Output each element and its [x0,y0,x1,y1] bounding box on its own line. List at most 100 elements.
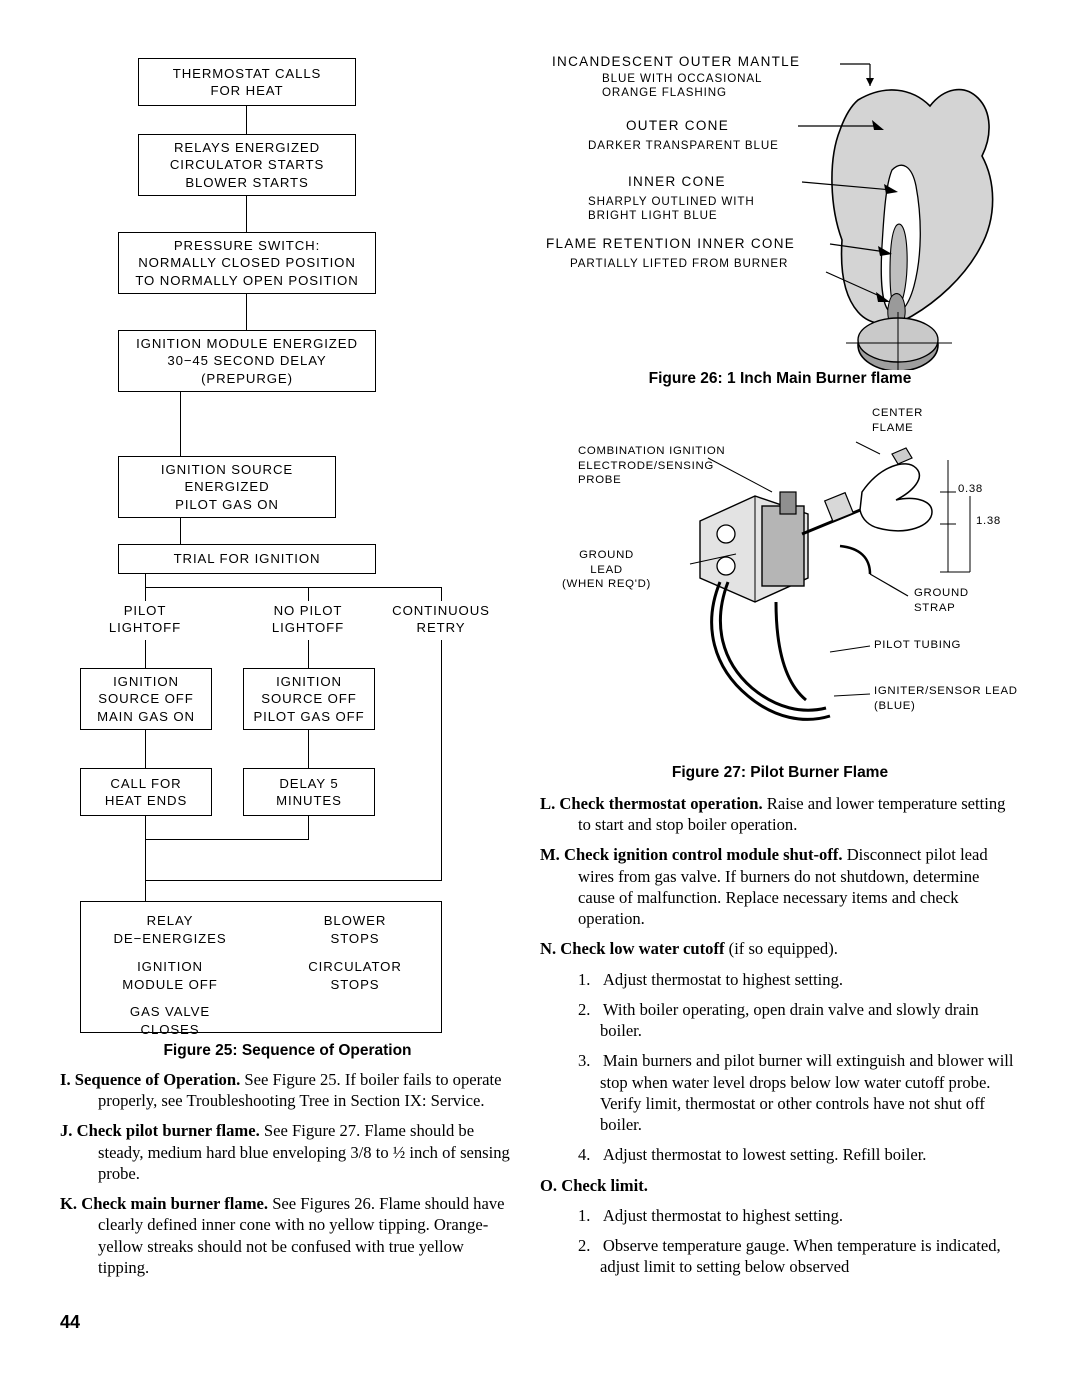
list-text: Adjust thermostat to highest setting. [602,1205,844,1225]
figure27-label-igniter-sensor-lead: IGNITER/SENSOR LEAD (BLUE) [874,685,1018,712]
paragraph-item-K: K. Check main burner flame. See Figures … [60,1193,515,1278]
item-label-M: M. [540,845,560,865]
figure26-label-flame-retention-inner-cone: FLAME RETENTION INNER CONE [546,236,796,251]
list-number: 1. [578,969,591,989]
flow-box-text: DELAY 5 MINUTES [276,775,342,808]
flow-connector [145,640,147,668]
item-label-J: J. [60,1121,73,1141]
list-text: Main burners and pilot burner will extin… [600,1051,1014,1135]
flow-connector [145,880,147,901]
list-text: Adjust thermostat to lowest setting. Ref… [602,1145,927,1165]
list-number: 2. [578,999,591,1019]
flow-connector [145,816,147,840]
flow-box-text: IGNITION SOURCE OFF PILOT GAS OFF [253,673,365,724]
list-text: Adjust thermostat to highest setting. [602,969,844,989]
figure27-label-dim-038: 0.38 [958,483,983,495]
list-item-N4: 4. Adjust thermostat to lowest setting. … [540,1144,1020,1165]
flow-box-thermostat-calls: THERMOSTAT CALLS FOR HEAT [138,58,356,106]
flow-box-ignition-module-energized: IGNITION MODULE ENERGIZED 30−45 SECOND D… [118,330,376,392]
list-number: 3. [578,1051,591,1071]
sequence-of-operation-flowchart: THERMOSTAT CALLS FOR HEAT RELAYS ENERGIZ… [70,40,490,1040]
figure26-label-inner-cone: INNER CONE [628,174,726,189]
flow-cell-circulator-stops: CIRCULATOR STOPS [308,959,402,992]
figure27-label-ground-lead: GROUND LEAD (WHEN REQ'D) [562,549,652,591]
figure-26-illustration: INCANDESCENT OUTER MANTLE BLUE WITH OCCA… [540,40,1020,374]
list-text: With boiler operating, open drain valve … [600,999,979,1041]
figure-25-caption: Figure 25: Sequence of Operation [163,1042,412,1059]
list-item-N3: 3. Main burners and pilot burner will ex… [540,1050,1020,1135]
item-label-O: O. [540,1175,558,1195]
flow-box-text: IGNITION MODULE ENERGIZED 30−45 SECOND D… [136,335,358,386]
item-bold-I: Sequence of Operation. [74,1070,241,1089]
figure27-label-combination-ignition-probe: COMBINATION IGNITION ELECTRODE/SENSING P… [578,445,726,487]
item-body-N: (if so equipped). [724,939,838,959]
flow-cell-blower-stops: BLOWER STOPS [323,913,387,946]
flow-connector [180,518,182,544]
figure26-sublabel-flame-retention: PARTIALLY LIFTED FROM BURNER [570,257,789,270]
flow-box-delay-5-minutes: DELAY 5 MINUTES [243,768,375,816]
list-text: Observe temperature gauge. When temperat… [600,1235,1001,1277]
flow-cell-ignition-module-off: IGNITION MODULE OFF [122,959,218,992]
flow-box-text: CALL FOR HEAT ENDS [104,775,188,808]
flow-connector [308,816,310,840]
flow-connector [145,839,309,841]
item-bold-M: Check ignition control module shut-off. [563,845,843,865]
figure27-label-pilot-tubing: PILOT TUBING [874,639,962,651]
flow-cell-relay-de-energizes: RELAY DE−ENERGIZES [113,913,227,946]
paragraph-item-N: N. Check low water cutoff (if so equippe… [540,938,1020,959]
flow-box-text: IGNITION SOURCE ENERGIZED PILOT GAS ON [160,461,294,512]
right-column: INCANDESCENT OUTER MANTLE BLUE WITH OCCA… [540,40,1020,1277]
figure27-label-dim-138: 1.38 [976,515,1001,527]
list-number: 4. [578,1145,591,1165]
flow-box-text: PRESSURE SWITCH: NORMALLY CLOSED POSITIO… [135,237,359,288]
paragraph-item-M: M. Check ignition control module shut-of… [540,844,1020,929]
page-number: 44 [60,1312,81,1332]
figure27-label-center-flame: CENTER FLAME [872,407,924,434]
document-page: THERMOSTAT CALLS FOR HEAT RELAYS ENERGIZ… [0,0,1080,1397]
item-label-N: N. [540,939,557,959]
item-label-L: L. [540,794,556,813]
item-bold-K: Check main burner flame. [81,1194,269,1214]
paragraph-item-I: I. Sequence of Operation. See Figure 25.… [60,1069,515,1111]
flow-connector [145,880,442,882]
item-bold-J: Check pilot burner flame. [76,1121,260,1141]
list-item-N2: 2. With boiler operating, open drain val… [540,999,1020,1041]
flow-connector [246,196,248,232]
flow-box-relays-energized: RELAYS ENERGIZED CIRCULATOR STARTS BLOWE… [138,134,356,196]
list-number: 2. [578,1235,591,1255]
flow-connector [246,294,248,330]
flow-box-trial-for-ignition: TRIAL FOR IGNITION [118,544,376,574]
figure26-sublabel-outer-mantle: BLUE WITH OCCASIONAL ORANGE FLASHING [602,72,763,100]
flow-box-text: RELAYS ENERGIZED CIRCULATOR STARTS BLOWE… [169,139,325,190]
item-bold-L: Check thermostat operation. [559,794,763,813]
flow-cell-gas-valve-closes: GAS VALVE CLOSES [129,1004,211,1037]
flow-label-no-pilot-lightoff: NO PILOT LIGHTOFF [271,603,345,636]
figure-26-caption: Figure 26: 1 Inch Main Burner flame [648,370,912,387]
figure26-label-outer-cone: OUTER CONE [626,118,730,133]
item-bold-O: Check limit. [561,1175,648,1195]
flow-connector [145,839,147,881]
flow-box-ignition-source-off-main-gas-on: IGNITION SOURCE OFF MAIN GAS ON [80,668,212,730]
figure27-label-ground-strap: GROUND STRAP [914,587,969,614]
flow-connector [145,587,442,589]
list-item-O1: 1. Adjust thermostat to highest setting. [540,1205,1020,1226]
item-label-K: K. [60,1194,78,1214]
item-bold-N: Check low water cutoff [560,939,725,959]
list-item-O2: 2. Observe temperature gauge. When tempe… [540,1235,1020,1277]
figure-27-illustration: CENTER FLAME COMBINATION IGNITION ELECTR… [540,396,1020,766]
flow-box-pressure-switch: PRESSURE SWITCH: NORMALLY CLOSED POSITIO… [118,232,376,294]
list-number: 1. [578,1205,591,1225]
flow-connector [246,106,248,134]
left-column: THERMOSTAT CALLS FOR HEAT RELAYS ENERGIZ… [60,40,515,1278]
item-label-I: I. [60,1070,71,1089]
figure26-sublabel-outer-cone: DARKER TRANSPARENT BLUE [588,139,779,152]
flow-box-ignition-source-off-pilot-gas-off: IGNITION SOURCE OFF PILOT GAS OFF [243,668,375,730]
flow-connector [308,730,310,768]
figure26-sublabel-inner-cone: SHARPLY OUTLINED WITH BRIGHT LIGHT BLUE [588,195,755,223]
flow-box-text: TRIAL FOR IGNITION [173,551,321,567]
flow-connector [441,640,443,880]
figure-27-caption: Figure 27: Pilot Burner Flame [671,764,889,781]
flow-connector [145,730,147,768]
paragraph-item-O: O. Check limit. [540,1175,1020,1196]
flow-connector [441,587,443,601]
